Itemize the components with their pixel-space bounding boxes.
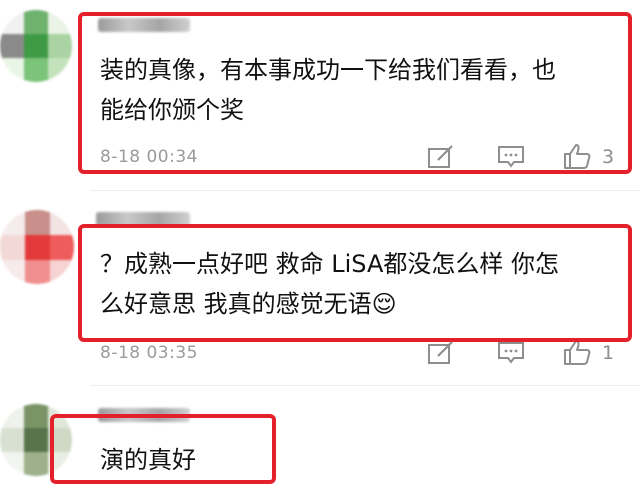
username-blurred[interactable] (98, 408, 190, 422)
avatar-blurred[interactable] (0, 404, 72, 476)
comment-item-3: 演的真好 (0, 0, 640, 497)
comment-text: 演的真好 (100, 440, 260, 480)
comment-text-line: 演的真好 (100, 446, 196, 474)
